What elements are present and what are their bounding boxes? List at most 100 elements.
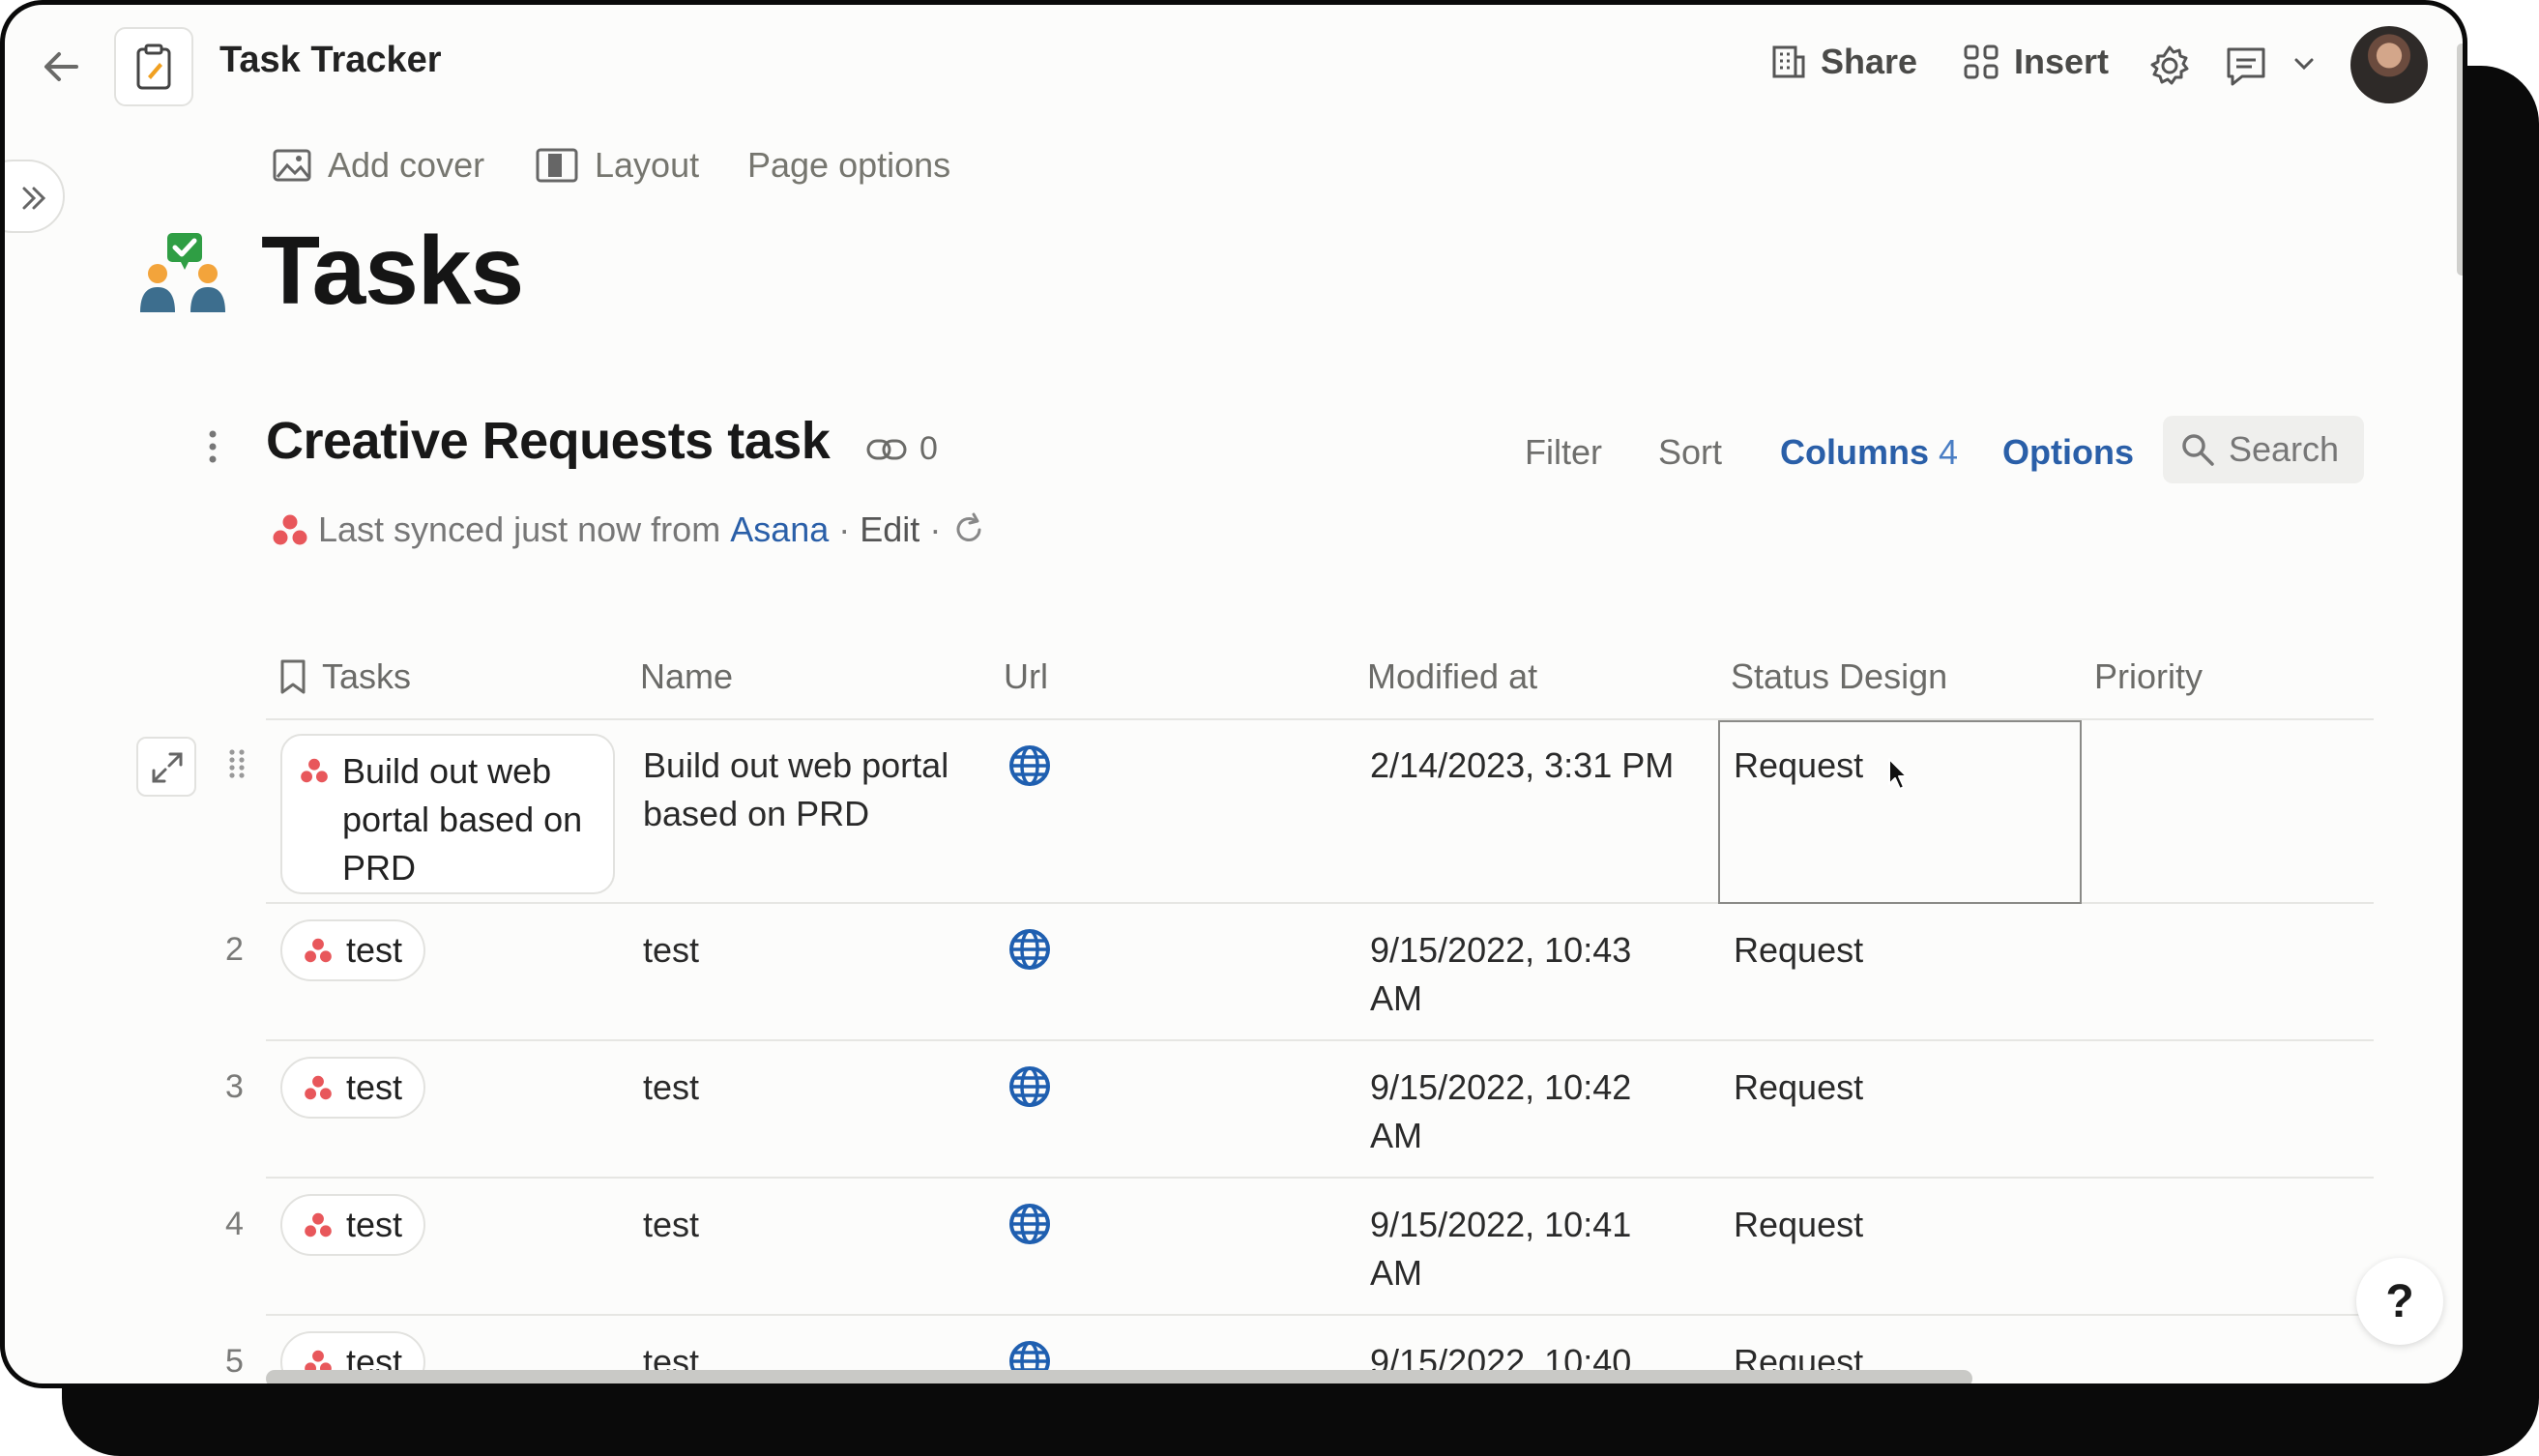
globe-icon[interactable]	[1008, 1203, 1051, 1245]
name-cell-line: test	[643, 1205, 700, 1244]
filter-button[interactable]: Filter	[1525, 432, 1602, 473]
name-cell-line: test	[643, 1067, 700, 1107]
name-cell-line: based on PRD	[643, 794, 870, 833]
table-divider	[266, 1314, 2374, 1316]
modified-at-cell[interactable]: 9/15/2022, 10:42 AM	[1370, 1063, 1631, 1160]
table-divider	[266, 1039, 2374, 1041]
status-cell[interactable]: Request	[1734, 1063, 1863, 1112]
insert-button[interactable]: Insert	[1962, 42, 2109, 82]
expand-icon	[152, 752, 183, 783]
modified-at-cell[interactable]: 9/15/2022, 10:43 AM	[1370, 926, 1631, 1023]
globe-icon[interactable]	[1008, 928, 1051, 971]
comment-icon[interactable]	[2223, 44, 2269, 88]
task-chip[interactable]: test	[280, 1057, 426, 1119]
modified-at-line: 9/15/2022, 10:42	[1370, 1067, 1632, 1107]
cursor-icon	[1888, 758, 1908, 790]
kebab-icon[interactable]	[206, 428, 219, 465]
link-icon	[866, 439, 907, 459]
asana-icon	[273, 514, 307, 545]
modified-at-cell[interactable]: 2/14/2023, 3:31 PM	[1370, 742, 1674, 790]
row-number: 2	[225, 931, 244, 968]
modified-at-line: 2/14/2023, 3:31 PM	[1370, 745, 1675, 785]
modified-at-line: 9/15/2022, 10:41	[1370, 1205, 1632, 1244]
sync-source-link[interactable]: Asana	[730, 510, 829, 550]
avatar[interactable]	[2350, 26, 2428, 103]
name-cell[interactable]: test	[643, 926, 699, 975]
share-label: Share	[1821, 42, 1918, 81]
column-header-url[interactable]: Url	[1004, 656, 1048, 697]
layout-icon	[536, 148, 578, 183]
globe-icon[interactable]	[1008, 1065, 1051, 1108]
status-cell-value: Request	[1734, 745, 1864, 785]
task-chip-text: Build out web portal based on PRD	[342, 747, 582, 892]
layout-label: Layout	[595, 145, 700, 185]
add-cover-button[interactable]: Add cover	[272, 145, 484, 186]
sync-separator: ·	[929, 510, 942, 549]
sync-text: Last synced just now from	[318, 510, 721, 549]
modified-at-cell[interactable]: 9/15/2022, 10:41 AM	[1370, 1201, 1631, 1297]
globe-icon[interactable]	[1008, 744, 1051, 787]
doc-icon-button[interactable]	[114, 27, 193, 106]
gear-icon[interactable]	[2147, 44, 2192, 88]
page-options-button[interactable]: Page options	[747, 145, 950, 186]
column-header-modified-at[interactable]: Modified at	[1367, 656, 1537, 697]
options-button[interactable]: Options	[2002, 432, 2134, 473]
bookmark-icon	[280, 659, 306, 694]
task-chip[interactable]: test	[280, 919, 426, 981]
grid-icon	[1964, 44, 1999, 79]
column-header-label: Tasks	[322, 656, 412, 696]
asana-icon	[301, 758, 328, 783]
columns-count: 4	[1939, 432, 1959, 472]
name-cell[interactable]: Build out web portal based on PRD	[643, 742, 948, 838]
asana-icon	[305, 1212, 332, 1238]
task-chip-line: PRD	[342, 848, 417, 888]
share-button[interactable]: Share	[1770, 42, 1917, 82]
app-window: Task Tracker Share Insert Add cover Layo…	[0, 0, 2467, 1388]
sync-separator: ·	[838, 510, 851, 549]
add-cover-label: Add cover	[328, 145, 485, 185]
link-count-value: 0	[919, 430, 938, 467]
drag-handle-icon[interactable]	[227, 747, 247, 780]
vertical-scrollbar[interactable]	[2457, 44, 2463, 276]
sync-status: Last synced just now from Asana · Edit ·	[272, 510, 987, 550]
task-chip-line: portal based on	[342, 800, 583, 839]
page-title[interactable]: Tasks	[261, 216, 524, 327]
modified-at-line: AM	[1370, 978, 1422, 1018]
table-title[interactable]: Creative Requests task	[266, 411, 831, 471]
name-cell[interactable]: test	[643, 1063, 699, 1112]
asana-icon	[305, 938, 332, 963]
row-number: 3	[225, 1068, 244, 1105]
task-chip-line: test	[346, 1067, 403, 1107]
status-cell[interactable]: Request	[1734, 926, 1863, 975]
columns-button[interactable]: Columns 4	[1780, 432, 1958, 473]
app-title[interactable]: Task Tracker	[219, 40, 442, 81]
modified-at-line: 9/15/2022, 10:43	[1370, 930, 1632, 970]
task-chip[interactable]: test	[280, 1194, 426, 1256]
help-button[interactable]: ?	[2356, 1258, 2443, 1345]
name-cell-line: test	[643, 930, 700, 970]
layout-button[interactable]: Layout	[535, 145, 699, 186]
image-icon	[273, 149, 311, 182]
sync-edit-link[interactable]: Edit	[860, 510, 919, 550]
sort-button[interactable]: Sort	[1658, 432, 1722, 473]
column-header-name[interactable]: Name	[640, 656, 733, 697]
column-header-priority[interactable]: Priority	[2094, 656, 2203, 697]
expand-row-button[interactable]	[136, 737, 196, 797]
link-count[interactable]: 0	[865, 430, 938, 468]
table-divider	[266, 1177, 2374, 1179]
task-chip-line: test	[346, 1205, 403, 1244]
refresh-icon[interactable]	[950, 511, 987, 548]
back-arrow-icon[interactable]	[34, 40, 88, 94]
double-chevron-icon	[22, 187, 46, 210]
task-chip-line: test	[346, 930, 403, 970]
chevron-down-icon[interactable]	[2292, 55, 2316, 73]
horizontal-scrollbar[interactable]	[266, 1370, 1972, 1383]
task-chip[interactable]: Build out web portal based on PRD	[280, 734, 615, 894]
search-input[interactable]: Search	[2163, 416, 2364, 483]
sidebar-expand-button[interactable]	[5, 160, 65, 233]
column-header-tasks[interactable]: Tasks	[277, 656, 411, 697]
column-header-status-design[interactable]: Status Design	[1731, 656, 1947, 697]
status-cell[interactable]: Request	[1734, 1201, 1863, 1249]
tasks-team-icon	[140, 233, 225, 312]
name-cell[interactable]: test	[643, 1201, 699, 1249]
